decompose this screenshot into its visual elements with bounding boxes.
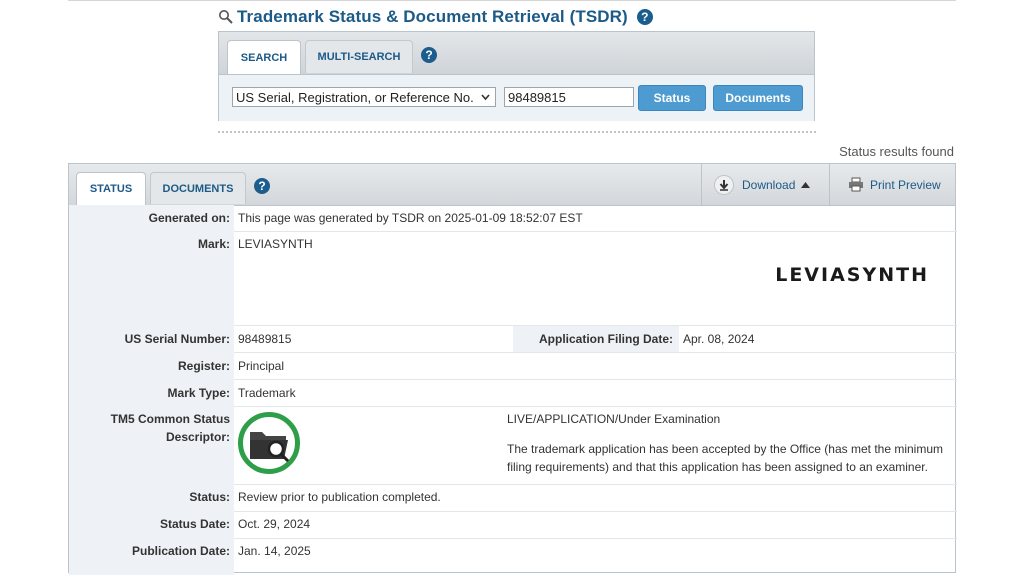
- filing-date-value: Apr. 08, 2024: [683, 332, 755, 346]
- dotted-separator: [218, 131, 816, 133]
- tm5-status-description: The trademark application has been accep…: [507, 442, 944, 474]
- search-tabbar: SEARCH MULTI-SEARCH ?: [219, 32, 814, 75]
- mark-image: LEVIASYNTH: [775, 264, 929, 286]
- caret-up-icon: [801, 181, 811, 188]
- serial-number-label: US Serial Number:: [124, 332, 230, 346]
- row-divider: [234, 379, 957, 380]
- status-button[interactable]: Status: [638, 85, 706, 111]
- generated-on-value: This page was generated by TSDR on 2025-…: [238, 211, 583, 225]
- status-value: Review prior to publication completed.: [238, 490, 441, 504]
- row-divider: [234, 511, 957, 512]
- tm5-label-line1: TM5 Common Status: [110, 412, 230, 426]
- tab-status[interactable]: STATUS: [76, 172, 146, 205]
- tab-search[interactable]: SEARCH: [227, 40, 301, 74]
- mark-type-value: Trademark: [238, 386, 296, 400]
- tab-documents[interactable]: DOCUMENTS: [150, 172, 246, 204]
- download-icon: [714, 174, 734, 195]
- row-divider: [234, 538, 957, 539]
- results-toolbar: Download Print Preview: [701, 164, 955, 205]
- tm5-label-line2: Descriptor:: [165, 430, 230, 444]
- register-label: Register:: [177, 359, 230, 373]
- chevron-down-icon: [481, 94, 490, 101]
- printer-icon: [849, 177, 863, 192]
- mark-value: LEVIASYNTH: [238, 237, 313, 251]
- publication-date-value: Jan. 14, 2025: [238, 544, 311, 558]
- print-preview-button[interactable]: Print Preview: [829, 164, 955, 205]
- folder-search-icon: [238, 412, 300, 474]
- generated-on-label: Generated on:: [148, 211, 230, 225]
- status-label: Status:: [189, 490, 230, 504]
- mark-label: Mark:: [197, 237, 230, 251]
- filing-date-label: Application Filing Date:: [539, 332, 673, 346]
- download-button[interactable]: Download: [701, 164, 829, 205]
- search-icon: [219, 10, 233, 24]
- page-header: Trademark Status & Document Retrieval (T…: [218, 6, 653, 28]
- top-rule: [68, 0, 956, 1]
- results-tabbar: STATUS DOCUMENTS ? Download Print Previe…: [69, 164, 955, 206]
- status-date-label: Status Date:: [159, 517, 230, 531]
- serial-number-value: 98489815: [238, 332, 292, 346]
- serial-number-input[interactable]: [504, 87, 634, 107]
- row-divider: [234, 231, 957, 232]
- status-date-value: Oct. 29, 2024: [238, 517, 311, 531]
- register-value: Principal: [238, 359, 285, 373]
- search-help-icon[interactable]: ?: [421, 47, 437, 63]
- results-panel: STATUS DOCUMENTS ? Download Print Previe…: [68, 163, 957, 575]
- search-type-select[interactable]: US Serial, Registration, or Reference No…: [232, 87, 496, 107]
- print-preview-label: Print Preview: [870, 177, 941, 192]
- search-row: US Serial, Registration, or Reference No…: [219, 75, 814, 121]
- search-type-value: US Serial, Registration, or Reference No…: [236, 89, 474, 105]
- results-found-text: Status results found: [839, 144, 954, 159]
- documents-button[interactable]: Documents: [713, 85, 803, 111]
- row-divider: [234, 352, 957, 353]
- row-divider: [234, 484, 957, 485]
- tm5-status-title: LIVE/APPLICATION/Under Examination: [507, 412, 721, 426]
- search-panel: SEARCH MULTI-SEARCH ? US Serial, Registr…: [218, 31, 815, 121]
- mark-type-label: Mark Type:: [167, 386, 230, 400]
- filing-date-label-cell: Application Filing Date:: [513, 326, 679, 352]
- download-label: Download: [742, 177, 796, 192]
- tab-multi-search[interactable]: MULTI-SEARCH: [305, 40, 413, 73]
- publication-date-label: Publication Date:: [131, 544, 230, 558]
- help-icon[interactable]: ?: [636, 9, 653, 25]
- page-title: Trademark Status & Document Retrieval (T…: [237, 7, 628, 26]
- results-help-icon[interactable]: ?: [254, 178, 270, 194]
- row-divider: [234, 406, 957, 407]
